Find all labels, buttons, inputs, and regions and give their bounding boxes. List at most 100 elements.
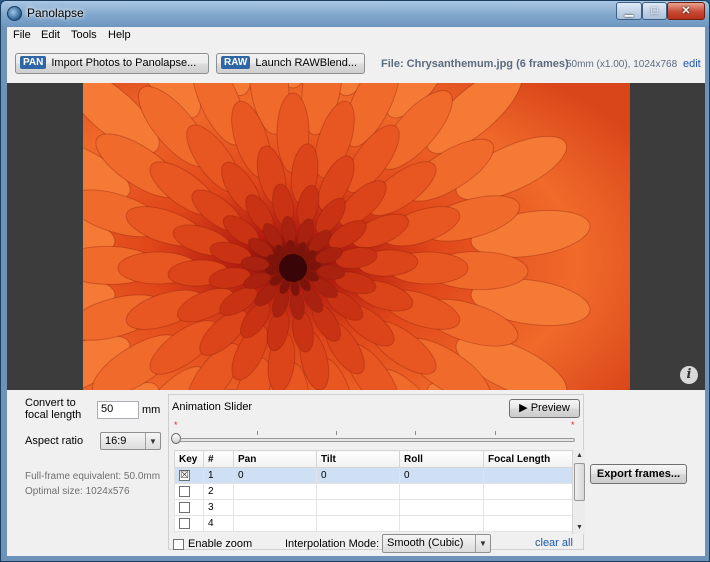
title-bar[interactable]: Panolapse ▁ □ ✕ (1, 1, 709, 26)
row-number: 1 (203, 467, 234, 484)
table-row[interactable]: 2 (174, 483, 573, 500)
keyframe-table: Key # Pan Tilt Roll Focal Length ☒ 1 0 0 (174, 450, 573, 532)
key-checkbox[interactable] (179, 485, 190, 497)
chrysanthemum-photo (83, 83, 630, 390)
import-photos-button[interactable]: PAN Import Photos to Panolapse... (15, 53, 209, 74)
tilt-cell[interactable]: 0 (316, 467, 400, 484)
info-icon[interactable]: i (680, 366, 698, 384)
key-checkbox[interactable]: ☒ (179, 469, 190, 481)
chevron-down-icon: ▼ (145, 433, 160, 449)
column-header-number[interactable]: # (203, 450, 234, 468)
close-icon: ✕ (681, 5, 691, 17)
roll-cell[interactable]: 0 (399, 467, 484, 484)
pan-tag: PAN (20, 56, 47, 69)
window-title: Panolapse (27, 6, 84, 20)
focal-cell[interactable] (483, 515, 573, 532)
tilt-cell[interactable] (316, 515, 400, 532)
focal-cell[interactable] (483, 483, 573, 500)
row-number: 2 (203, 483, 234, 500)
launch-rawblend-label: Launch RAWBlend... (255, 57, 358, 69)
table-row[interactable]: 3 (174, 499, 573, 516)
row-number: 3 (203, 499, 234, 516)
keyframe-marker-end: * (571, 420, 575, 430)
column-header-tilt[interactable]: Tilt (316, 450, 400, 468)
interpolation-mode-value: Smooth (Cubic) (387, 537, 464, 549)
slider-tick (415, 431, 416, 435)
chrysanthemum-image (83, 83, 630, 390)
focal-length-input[interactable]: 50 (97, 401, 139, 419)
pan-cell[interactable]: 0 (233, 467, 317, 484)
roll-cell[interactable] (399, 499, 484, 516)
enable-zoom-checkbox[interactable] (173, 539, 184, 550)
column-header-pan[interactable]: Pan (233, 450, 317, 468)
scroll-down-icon[interactable]: ▼ (573, 522, 586, 534)
slider-tick (495, 431, 496, 435)
scrollbar-thumb[interactable] (574, 463, 585, 501)
edit-link[interactable]: edit (683, 58, 701, 70)
focal-unit: mm (142, 404, 161, 416)
clear-all-link[interactable]: clear all (535, 537, 573, 549)
pan-cell[interactable] (233, 499, 317, 516)
menu-file[interactable]: File (13, 29, 31, 41)
panolapse-icon (7, 6, 22, 21)
table-scrollbar[interactable]: ▲ ▼ (572, 450, 585, 534)
preview-button[interactable]: ▶ Preview (509, 399, 580, 418)
maximize-button[interactable]: □ (642, 2, 667, 20)
export-frames-button[interactable]: Export frames... (590, 464, 687, 484)
image-viewer: i (7, 83, 705, 390)
optimal-size: Optimal size: 1024x576 (25, 486, 130, 497)
minimize-button[interactable]: ▁ (616, 2, 642, 20)
fullframe-equivalent: Full-frame equivalent: 50.0mm (25, 471, 161, 482)
close-button[interactable]: ✕ (667, 2, 705, 20)
column-header-key[interactable]: Key (174, 450, 204, 468)
slider-tick (257, 431, 258, 435)
table-row[interactable]: 4 (174, 515, 573, 532)
scroll-up-icon[interactable]: ▲ (573, 450, 586, 462)
pan-cell[interactable] (233, 515, 317, 532)
column-header-focal-length[interactable]: Focal Length (483, 450, 573, 468)
column-header-roll[interactable]: Roll (399, 450, 484, 468)
import-photos-label: Import Photos to Panolapse... (51, 57, 197, 69)
roll-cell[interactable] (399, 515, 484, 532)
interpolation-mode-label: Interpolation Mode: (285, 538, 380, 550)
play-icon: ▶ (519, 402, 528, 414)
focal-cell[interactable] (483, 499, 573, 516)
convert-label: Convert to (25, 397, 76, 409)
file-info: File: Chrysanthemum.jpg (6 frames) (381, 58, 569, 70)
launch-rawblend-button[interactable]: RAW Launch RAWBlend... (216, 53, 365, 74)
key-checkbox[interactable] (179, 517, 190, 529)
chevron-down-icon: ▼ (475, 535, 490, 552)
minimize-icon: ▁ (624, 5, 634, 17)
pan-cell[interactable] (233, 483, 317, 500)
aspect-ratio-value: 16:9 (105, 435, 127, 447)
toolbar: PAN Import Photos to Panolapse... RAW Laun… (7, 45, 705, 81)
row-number: 4 (203, 515, 234, 532)
animation-panel: Animation Slider ▶ Preview * * Key # Pan (168, 394, 585, 553)
raw-tag: RAW (221, 56, 251, 69)
preview-label: Preview (530, 402, 570, 414)
menu-tools[interactable]: Tools (71, 29, 97, 41)
menu-help[interactable]: Help (108, 29, 131, 41)
lens-info: 50mm (x1.00), 1024x768 (566, 59, 678, 70)
aspect-ratio-label: Aspect ratio (25, 435, 84, 447)
roll-cell[interactable] (399, 483, 484, 500)
interpolation-mode-select[interactable]: Smooth (Cubic) ▼ (382, 534, 491, 553)
app-window: Panolapse ▁ □ ✕ File Edit Tools Help PAN… (0, 0, 710, 562)
focal-cell[interactable] (483, 467, 573, 484)
animation-slider-title: Animation Slider (172, 401, 253, 413)
client-area: File Edit Tools Help PAN Import Photos to… (7, 27, 705, 556)
tilt-cell[interactable] (316, 483, 400, 500)
table-row[interactable]: ☒ 1 0 0 0 (174, 467, 573, 484)
focal-length-label: focal length (25, 409, 82, 421)
menu-bar: File Edit Tools Help (7, 27, 705, 45)
menu-edit[interactable]: Edit (41, 29, 60, 41)
animation-slider-track[interactable] (177, 438, 575, 442)
aspect-ratio-select[interactable]: 16:9 ▼ (100, 432, 161, 450)
slider-tick (336, 431, 337, 435)
animation-slider-thumb[interactable] (171, 433, 181, 444)
tilt-cell[interactable] (316, 499, 400, 516)
maximize-icon: □ (651, 5, 658, 17)
keyframe-marker-start: * (174, 420, 178, 430)
key-checkbox[interactable] (179, 501, 190, 513)
enable-zoom-label: Enable zoom (188, 538, 253, 550)
